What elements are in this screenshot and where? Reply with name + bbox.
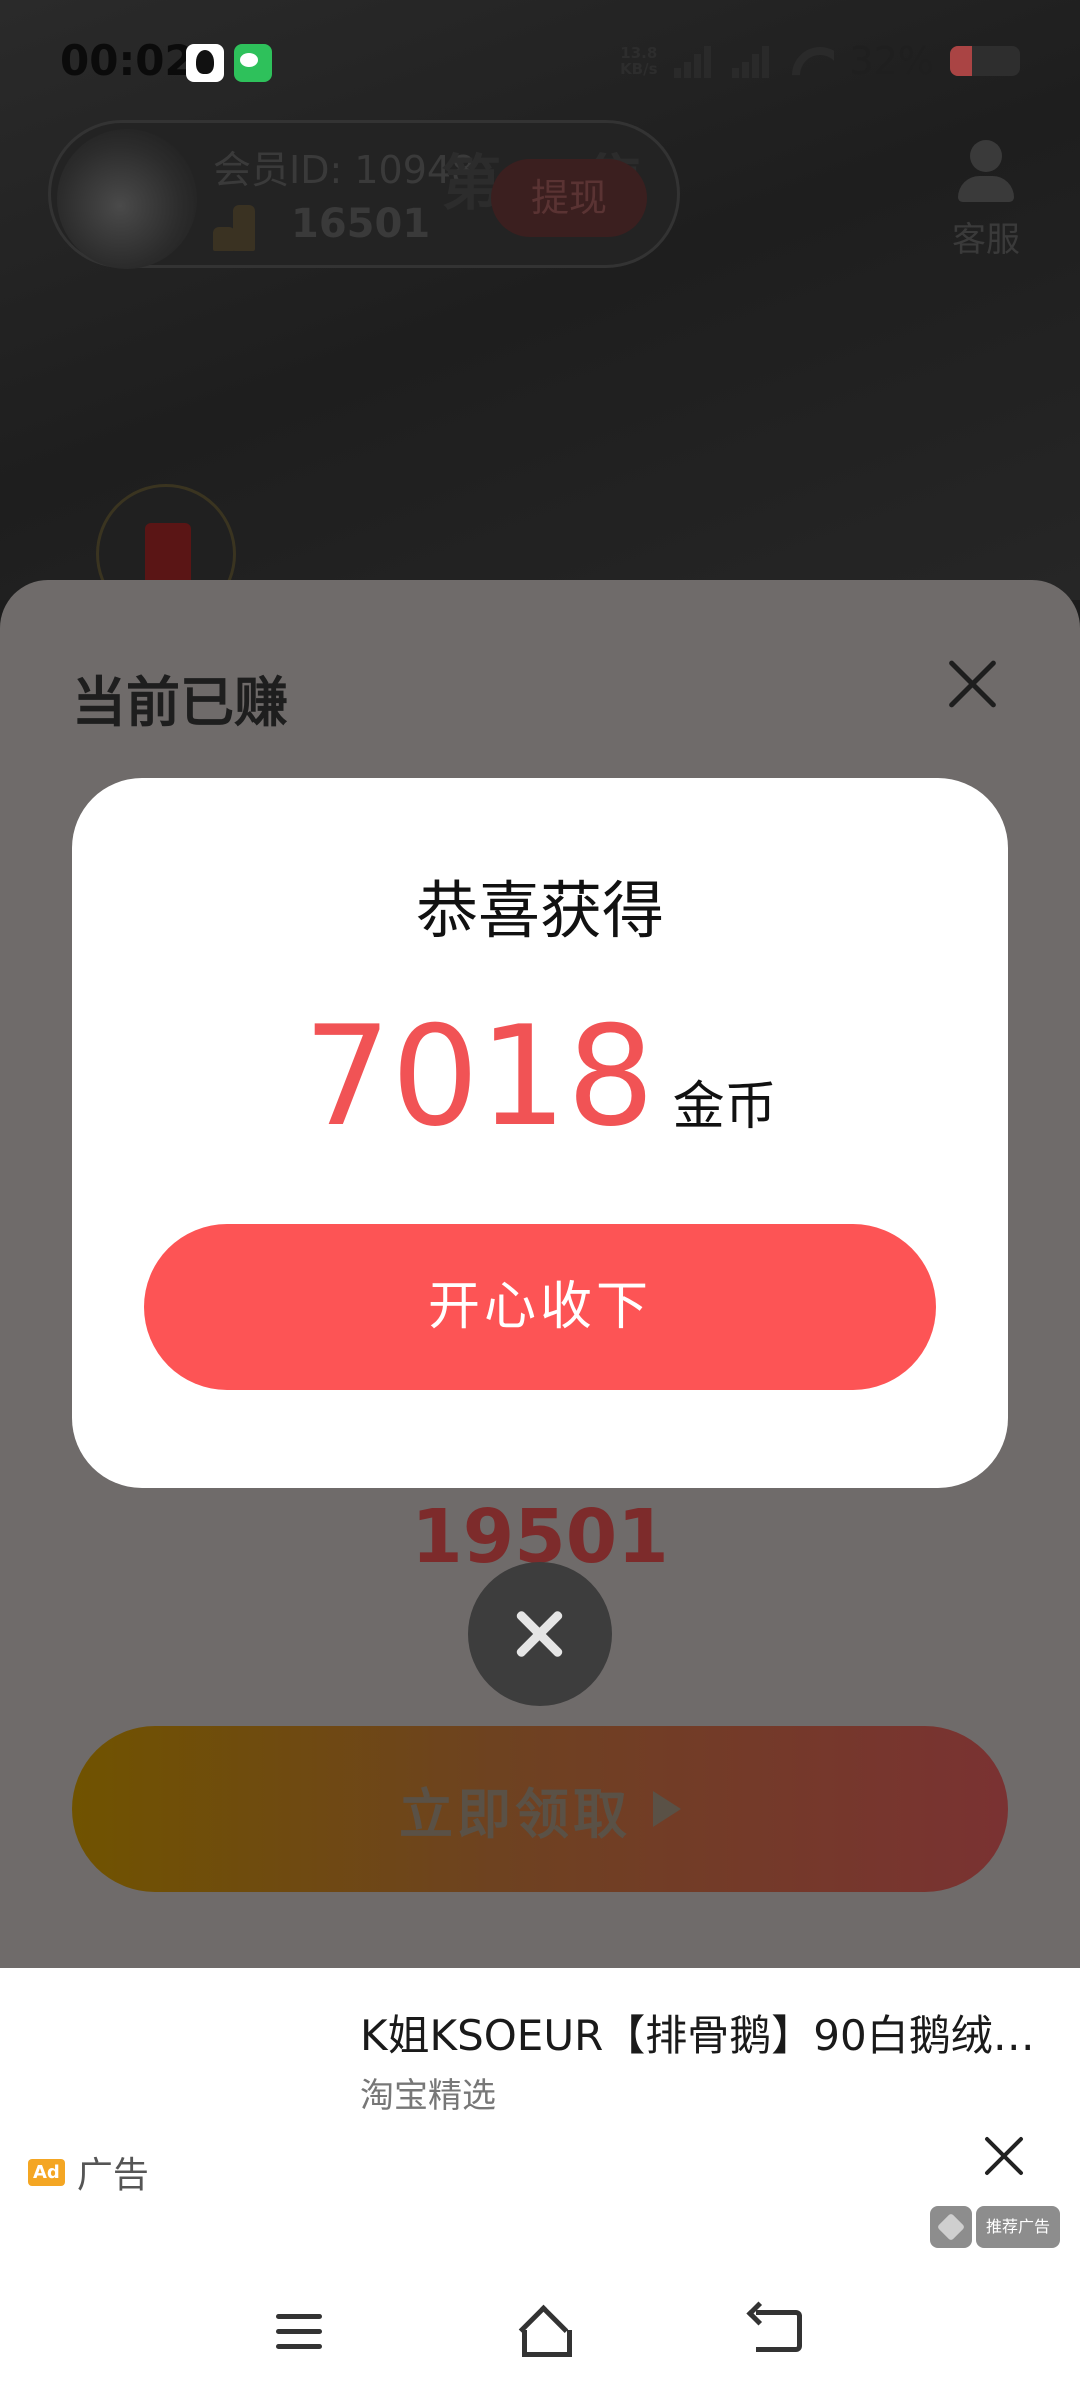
recommend-ad-label: 推荐广告 (976, 2206, 1061, 2248)
reward-row: 7018 金币 (72, 1008, 1008, 1146)
battery-fill (950, 46, 973, 76)
signal-5g-icon (673, 44, 716, 78)
ad-banner[interactable]: K姐KSOEUR【排骨鹅】90白鹅绒… 淘宝精选 Ad 广告 推荐广告 (0, 1968, 1080, 2268)
recommend-ad-tag[interactable]: 推荐广告 (930, 2206, 1061, 2248)
system-nav-bar (0, 2268, 1080, 2392)
status-bar: 00:02 13.8 KB/s 32% (0, 0, 1080, 120)
ad-source: 淘宝精选 (360, 2076, 496, 2116)
coin-stack-icon (213, 199, 273, 251)
play-icon (653, 1791, 681, 1827)
status-time: 00:02 (60, 36, 194, 85)
qq-notification-icon (186, 44, 224, 82)
ad-tag: Ad 广告 (28, 2146, 149, 2198)
ad-close-icon[interactable] (984, 2136, 1024, 2176)
customer-service-button[interactable]: 客服 (946, 140, 1026, 261)
member-card: 会员ID: 10948 16501 第 1 集 提现 (48, 120, 680, 269)
dialog-title: 恭喜获得 (415, 874, 664, 947)
member-id: 会员ID: 10948 (213, 148, 476, 192)
wechat-notification-icon (234, 44, 272, 82)
network-speed-value: 13.8 (620, 44, 658, 62)
network-speed: 13.8 KB/s (620, 45, 657, 77)
dialog-close-icon[interactable] (468, 1562, 612, 1706)
back-icon[interactable] (756, 2310, 802, 2352)
person-icon (954, 140, 1018, 204)
close-icon[interactable] (944, 656, 1000, 712)
network-speed-unit: KB/s (620, 60, 658, 78)
reward-unit: 金币 (672, 1077, 777, 1137)
reward-amount: 7018 (303, 996, 655, 1157)
ad-title[interactable]: K姐KSOEUR【排骨鹅】90白鹅绒… (360, 2002, 1040, 2063)
coin-balance: 16501 (291, 201, 431, 247)
claim-now-label: 立即领取 (399, 1782, 631, 1846)
battery-percent: 32% (849, 39, 934, 83)
layers-icon (930, 2206, 972, 2248)
ad-badge: Ad (28, 2158, 65, 2186)
reward-dialog: 恭喜获得 7018 金币 开心收下 (72, 778, 1008, 1488)
sheet-title: 当前已赚 (72, 671, 288, 734)
claim-now-button[interactable]: 立即领取 (72, 1726, 1008, 1892)
menu-icon[interactable] (276, 2314, 322, 2350)
battery-icon (950, 46, 1020, 76)
signal-5g-secondary-icon (731, 44, 774, 78)
wifi-icon (790, 43, 834, 79)
accept-reward-button[interactable]: 开心收下 (144, 1224, 936, 1390)
ad-label: 广告 (76, 2155, 149, 2196)
avatar[interactable] (57, 129, 197, 269)
home-icon[interactable] (514, 2308, 572, 2357)
withdraw-button[interactable]: 提现 (491, 159, 647, 237)
customer-service-label: 客服 (952, 220, 1020, 260)
status-indicators: 13.8 KB/s 32% (620, 36, 1020, 86)
